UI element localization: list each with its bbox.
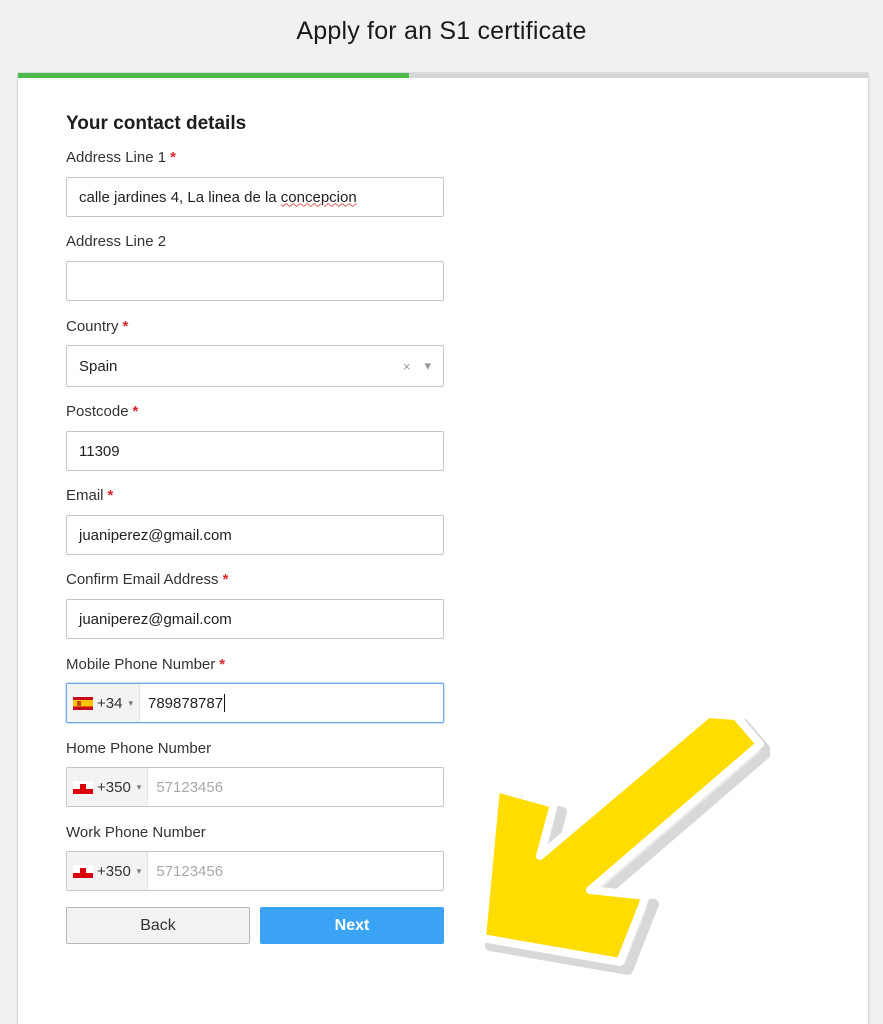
back-button[interactable]: Back — [66, 907, 250, 944]
home-phone-input[interactable]: +350 ▾ 57123456 — [66, 767, 444, 807]
confirm-email-input[interactable]: juaniperez@gmail.com — [66, 599, 444, 639]
gibraltar-flag-icon — [73, 864, 93, 878]
address-line-1-misspelled-word: concepcion — [280, 188, 357, 206]
postcode-label: Postcode * — [66, 403, 138, 420]
work-country-code: +350 — [97, 862, 131, 880]
address-line-2-label-text: Address Line 2 — [66, 233, 167, 250]
next-button[interactable]: Next — [260, 907, 444, 944]
email-label-text: Email — [66, 487, 104, 504]
mobile-country-code-selector[interactable]: +34 ▾ — [67, 684, 140, 722]
work-country-code-selector[interactable]: +350 ▾ — [67, 852, 149, 890]
postcode-input[interactable]: 11309 — [66, 431, 444, 471]
email-label: Email * — [66, 487, 113, 504]
page-title: Apply for an S1 certificate — [296, 17, 587, 45]
address-line-2-input[interactable] — [66, 261, 444, 301]
home-phone-label-text: Home Phone Number — [66, 740, 212, 757]
email-input[interactable]: juaniperez@gmail.com — [66, 515, 444, 555]
work-phone-placeholder: 57123456 — [156, 862, 224, 880]
address-line-1-label: Address Line 1 * — [66, 149, 176, 166]
mobile-phone-label-text: Mobile Phone Number — [66, 656, 216, 673]
postcode-label-text: Postcode — [66, 403, 129, 420]
postcode-value: 11309 — [79, 442, 120, 460]
confirm-email-label-text: Confirm Email Address — [66, 571, 219, 588]
required-marker: * — [219, 656, 226, 673]
text-cursor — [224, 694, 226, 712]
home-phone-label: Home Phone Number — [66, 740, 211, 757]
confirm-email-label: Confirm Email Address * — [66, 571, 228, 588]
required-marker: * — [222, 571, 229, 588]
page-header: Apply for an S1 certificate — [0, 0, 883, 70]
caret-down-icon: ▾ — [136, 865, 142, 876]
address-line-1-value: calle jardines 4, La linea de la — [79, 188, 281, 206]
work-phone-label-text: Work Phone Number — [66, 824, 206, 841]
required-marker: * — [122, 318, 129, 335]
email-value: juaniperez@gmail.com — [79, 526, 232, 544]
required-marker: * — [107, 487, 114, 504]
country-select[interactable]: Spain × ▾ — [66, 345, 444, 387]
mobile-phone-label: Mobile Phone Number * — [66, 656, 225, 673]
address-line-2-label: Address Line 2 — [66, 233, 166, 250]
section-title: Your contact details — [66, 113, 247, 134]
home-country-code: +350 — [97, 778, 131, 796]
address-line-1-label-text: Address Line 1 — [66, 149, 167, 166]
address-line-1-input[interactable]: calle jardines 4, La linea de la concepc… — [66, 177, 444, 217]
work-phone-input[interactable]: +350 ▾ 57123456 — [66, 851, 444, 891]
caret-down-icon: ▾ — [136, 781, 142, 792]
progress-fill — [18, 73, 409, 78]
required-marker: * — [132, 403, 139, 420]
mobile-phone-value: 789878787 — [147, 694, 224, 712]
required-marker: * — [170, 149, 176, 166]
home-phone-placeholder: 57123456 — [156, 778, 224, 796]
country-select-controls: × ▾ — [403, 358, 431, 374]
chevron-down-icon[interactable]: ▾ — [424, 358, 431, 374]
arrow-pointer-icon — [478, 710, 770, 975]
gibraltar-flag-icon — [73, 780, 93, 794]
confirm-email-value: juaniperez@gmail.com — [79, 610, 232, 628]
home-country-code-selector[interactable]: +350 ▾ — [67, 768, 149, 806]
mobile-phone-input[interactable]: +34 ▾ 789878787 — [66, 683, 444, 723]
country-value: Spain — [79, 357, 118, 375]
progress-bar — [18, 73, 868, 78]
caret-down-icon: ▾ — [128, 697, 133, 708]
country-label: Country * — [66, 318, 128, 335]
mobile-country-code: +34 — [97, 694, 123, 712]
country-label-text: Country — [66, 318, 119, 335]
clear-icon[interactable]: × — [403, 359, 411, 374]
work-phone-label: Work Phone Number — [66, 824, 206, 841]
spain-flag-icon — [73, 696, 93, 710]
